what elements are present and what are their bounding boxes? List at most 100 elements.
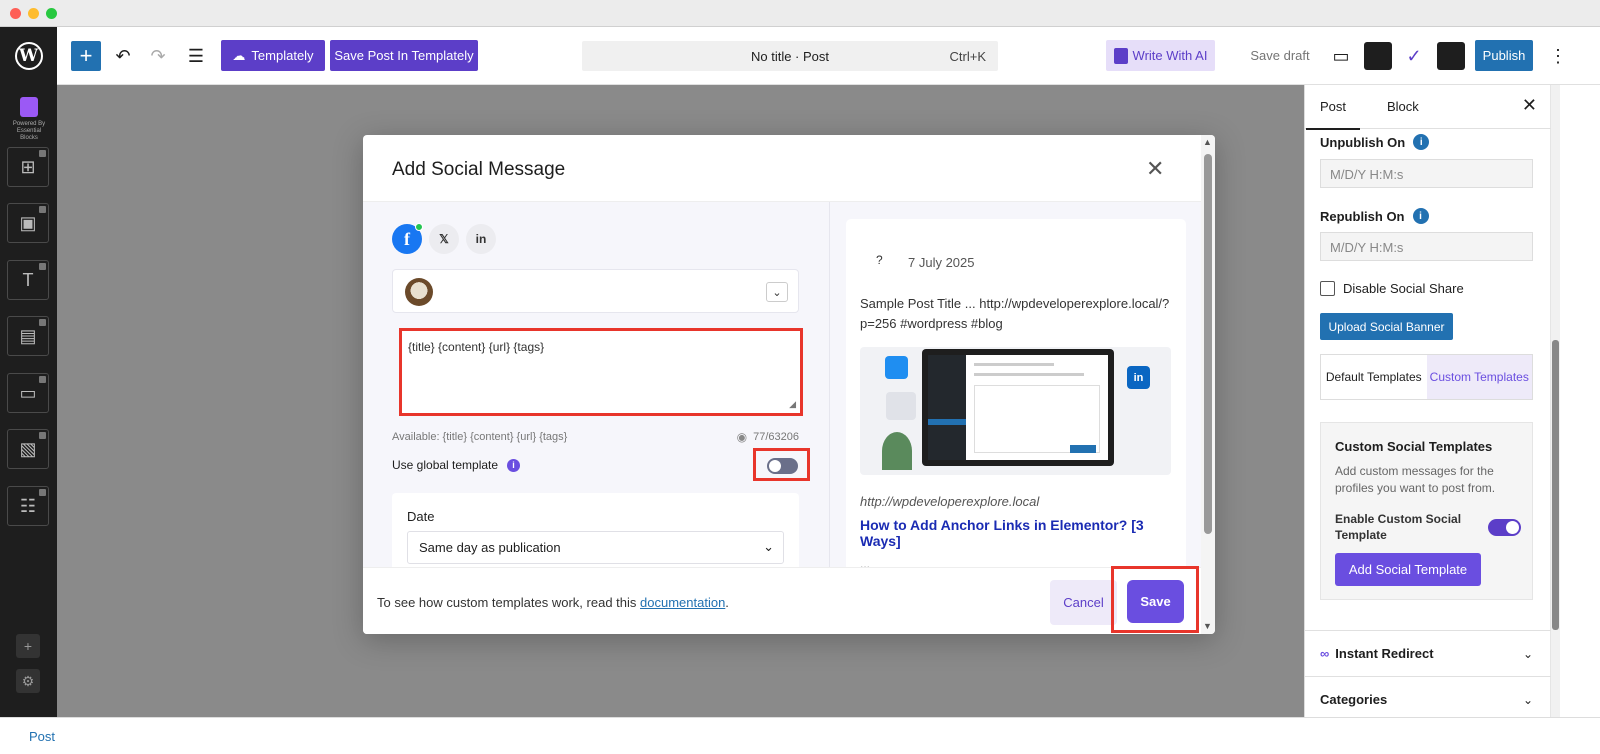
preview-more: ... (860, 557, 871, 567)
scrollbar-thumb[interactable] (1552, 340, 1559, 630)
categories-label: Categories (1320, 692, 1388, 707)
use-global-template-row: Use global template i (392, 458, 521, 472)
save-post-in-templately-button[interactable]: Save Post In Templately (330, 40, 478, 71)
info-icon[interactable]: i (1412, 208, 1429, 224)
preview-image: in (860, 347, 1171, 475)
custom-templates-description: Add custom messages for the profiles you… (1335, 464, 1496, 495)
default-templates-tab[interactable]: Default Templates (1321, 355, 1427, 399)
laptop-illustration (922, 349, 1114, 466)
chevron-down-icon: ⌄ (763, 539, 774, 554)
categories-section[interactable]: Categories ⌄ (1305, 676, 1551, 722)
scroll-up-icon[interactable]: ▲ (1203, 137, 1212, 147)
sidebar-block-text[interactable]: ▣ (7, 203, 49, 243)
custom-templates-tab[interactable]: Custom Templates (1426, 355, 1532, 399)
modal-header: Add Social Message ✕ (363, 135, 1215, 202)
info-icon[interactable]: i (1413, 134, 1430, 150)
facebook-icon: f (404, 228, 410, 249)
breadcrumb-post[interactable]: Post (29, 729, 55, 744)
message-textarea[interactable]: {title} {content} {url} {tags} ◢ (399, 328, 803, 416)
use-global-template-toggle[interactable] (767, 458, 798, 474)
date-select[interactable]: Same day as publication ⌄ (407, 531, 784, 564)
facebook-preview-card: ? 7 July 2025 Sample Post Title ... http… (846, 219, 1186, 567)
calendar-icon (886, 392, 916, 420)
scrollbar-thumb[interactable] (1204, 154, 1212, 534)
custom-templates-title: Custom Social Templates (1335, 439, 1493, 454)
date-label: Date (407, 509, 435, 524)
republish-date-input[interactable]: M/D/Y H:M:s (1320, 232, 1533, 261)
document-overview-button[interactable]: ☰ (183, 41, 209, 71)
essential-blocks-button[interactable] (1364, 42, 1392, 70)
undo-button[interactable]: ↶ (110, 41, 136, 71)
command-palette-bar[interactable]: No title · Post Ctrl+K (582, 41, 998, 71)
schedulepress-button[interactable]: ✓ (1400, 41, 1428, 71)
modal-title: Add Social Message (392, 159, 566, 180)
close-window-button[interactable] (10, 8, 21, 19)
minimize-window-button[interactable] (28, 8, 39, 19)
eb-logo-caption: Powered By Essential Blocks (12, 121, 46, 141)
save-draft-button[interactable]: Save draft (1247, 40, 1313, 71)
publish-button[interactable]: Publish (1475, 40, 1533, 71)
heading-block-icon: T (22, 269, 34, 290)
options-menu-button[interactable]: ⋮ (1548, 41, 1568, 71)
close-panel-icon[interactable]: ✕ (1522, 95, 1537, 116)
documentation-link[interactable]: documentation (640, 595, 725, 610)
instant-redirect-label: Instant Redirect (1335, 646, 1434, 661)
wordpress-logo-button[interactable]: W (0, 27, 57, 85)
preview-button[interactable]: ▭ (1328, 41, 1354, 71)
window-edge (1560, 85, 1600, 717)
use-global-template-label: Use global template (392, 458, 499, 472)
unpublish-date-input[interactable]: M/D/Y H:M:s (1320, 159, 1533, 188)
panel-tabs: Post Block ✕ (1305, 85, 1551, 130)
dashboard-screenshot (928, 355, 1108, 460)
eye-off-icon[interactable]: ◉ (737, 430, 747, 444)
laptop-icon: ▭ (1332, 45, 1350, 66)
sidebar-block-list[interactable]: ☷ (7, 486, 49, 526)
add-block-button[interactable]: + (71, 41, 101, 71)
sidebar-block-form[interactable]: ▤ (7, 316, 49, 356)
sidebar-block-gallery[interactable]: ▧ (7, 429, 49, 469)
sidebar-block-heading[interactable]: T (7, 260, 49, 300)
linkedin-network-button[interactable]: in (466, 224, 496, 254)
profile-selector[interactable]: ⌄ (392, 269, 799, 313)
tab-post[interactable]: Post (1305, 99, 1361, 130)
scroll-down-icon[interactable]: ▼ (1203, 621, 1212, 631)
write-with-ai-button[interactable]: Write With AI (1106, 40, 1215, 71)
unpublish-label-text: Unpublish On (1320, 134, 1406, 150)
cancel-button[interactable]: Cancel (1050, 580, 1117, 625)
add-social-template-button[interactable]: Add Social Template (1335, 553, 1481, 586)
more-vertical-icon: ⋮ (1549, 45, 1567, 66)
templately-button[interactable]: ☁ Templately (221, 40, 325, 71)
facebook-network-button[interactable]: f (392, 223, 423, 254)
checkbox[interactable] (1320, 281, 1335, 296)
status-bar: Post (0, 717, 1600, 754)
close-modal-icon[interactable]: ✕ (1146, 156, 1164, 182)
write-with-ai-label: Write With AI (1132, 48, 1208, 63)
sidebar-settings-button[interactable]: ⚙ (16, 669, 40, 693)
maximize-window-button[interactable] (46, 8, 57, 19)
save-button[interactable]: Save (1127, 580, 1184, 623)
sidebar-block-button[interactable]: ▭ (7, 373, 49, 413)
essential-blocks-sidebar: Powered By Essential Blocks ⊞ ▣ T ▤ ▭ ▧ … (0, 85, 57, 717)
essential-blocks-icon (1113, 47, 1128, 64)
sidebar-add-button[interactable]: + (16, 634, 40, 658)
instant-redirect-section[interactable]: ∞ Instant Redirect ⌄ (1305, 630, 1551, 676)
disable-social-share-label: Disable Social Share (1343, 281, 1464, 296)
chevron-down-icon: ⌄ (1522, 646, 1533, 661)
modal-scrollbar[interactable]: ▲ ▼ (1201, 135, 1215, 634)
enable-custom-template-label: Enable Custom Social Template (1335, 512, 1462, 542)
preview-link-title[interactable]: How to Add Anchor Links in Elementor? [3… (860, 517, 1178, 549)
x-network-button[interactable]: 𝕏 (429, 224, 459, 254)
redo-button[interactable]: ↷ (145, 41, 171, 71)
info-icon[interactable]: i (507, 458, 521, 472)
chevron-down-icon[interactable]: ⌄ (766, 282, 788, 302)
enable-custom-template-toggle[interactable] (1488, 519, 1521, 536)
gear-icon: ⚙ (21, 672, 35, 689)
tab-block[interactable]: Block (1387, 99, 1419, 114)
disable-social-share-checkbox[interactable]: Disable Social Share (1320, 281, 1464, 296)
panel-scrollbar[interactable] (1551, 85, 1560, 717)
settings-sidebar-toggle[interactable] (1437, 41, 1465, 71)
sidebar-block-image[interactable]: ⊞ (7, 147, 49, 187)
resize-handle-icon[interactable]: ◢ (789, 399, 796, 410)
message-text: {title} {content} {url} {tags} (408, 340, 545, 354)
upload-social-banner-button[interactable]: Upload Social Banner (1320, 313, 1453, 340)
